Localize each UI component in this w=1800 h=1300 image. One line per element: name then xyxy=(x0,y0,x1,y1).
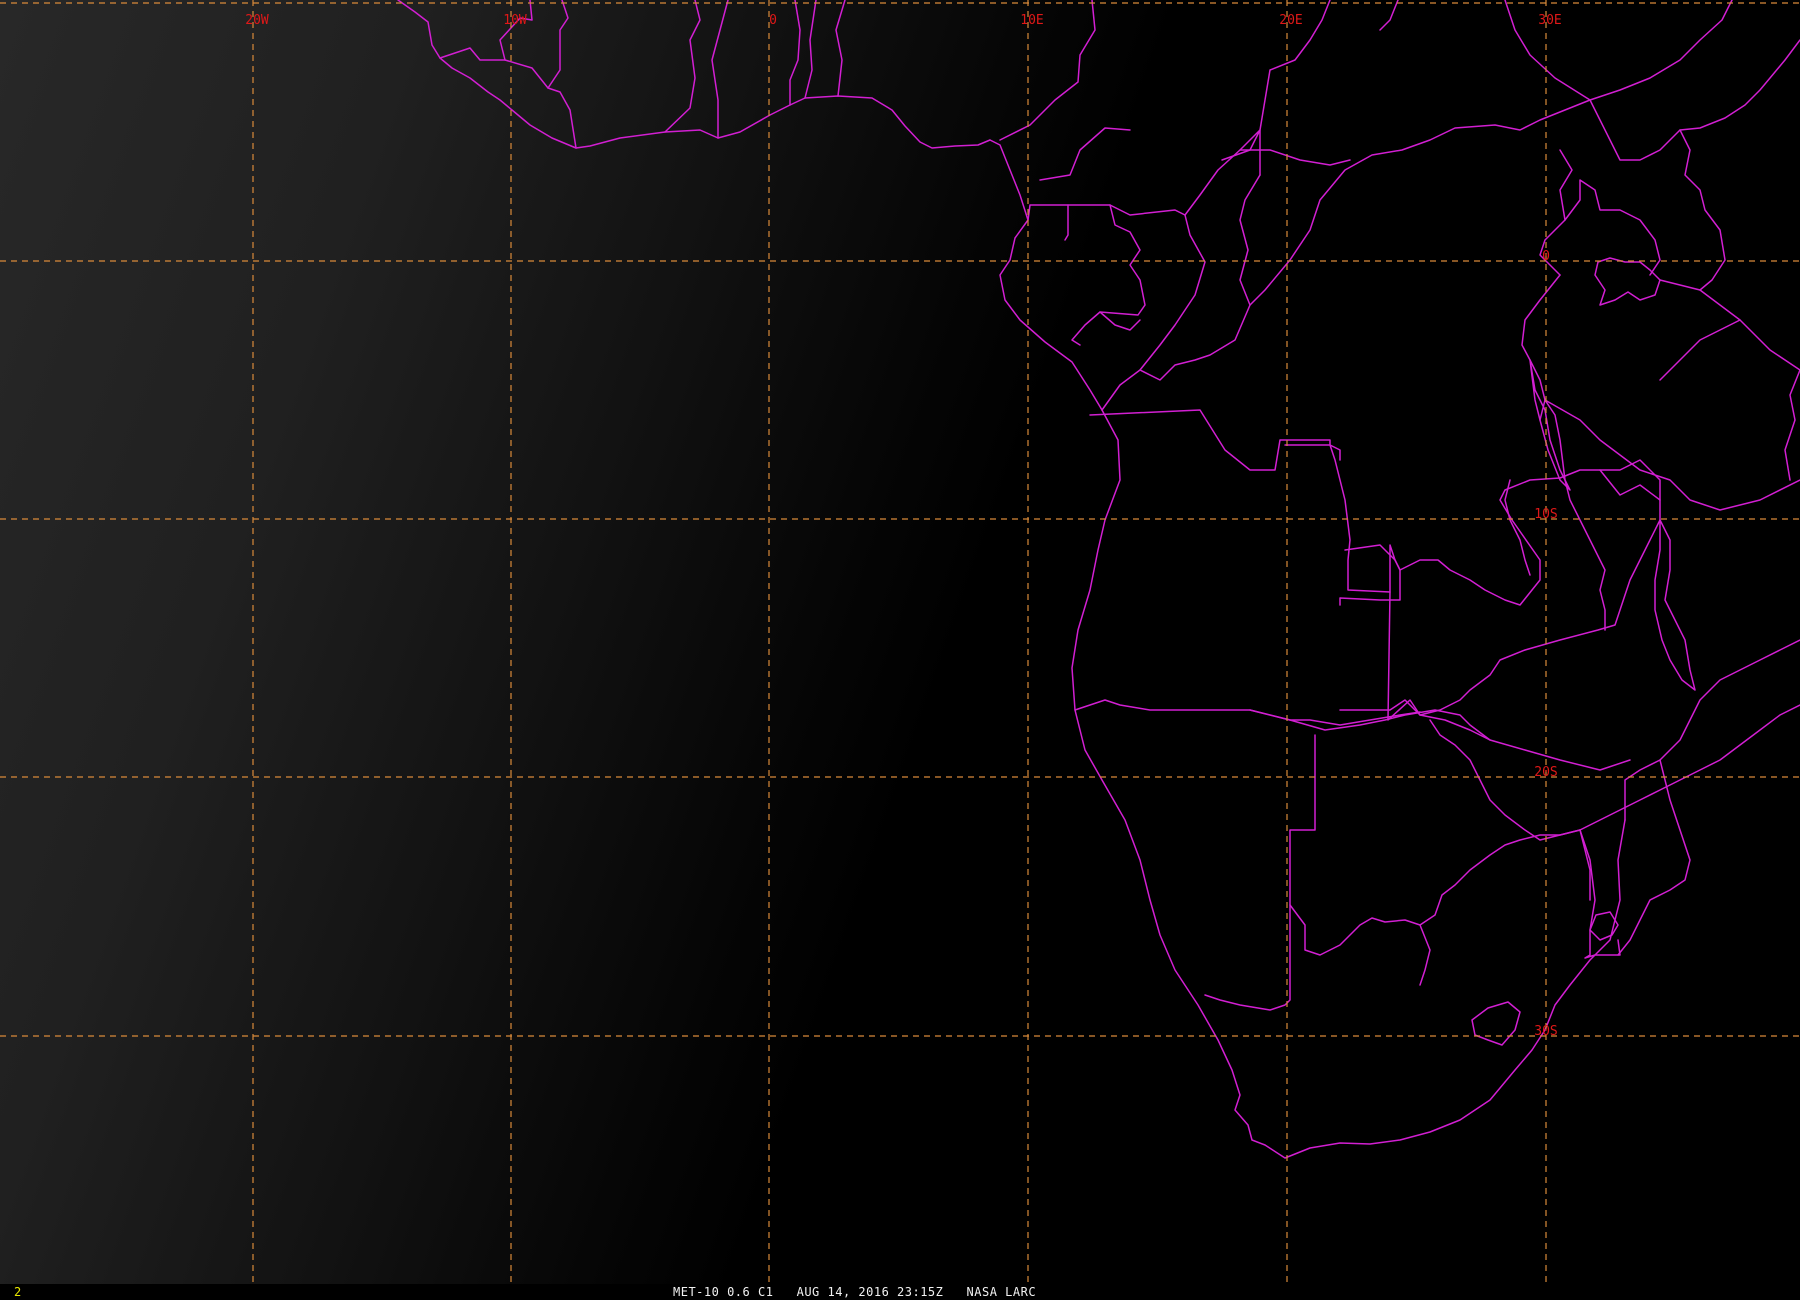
satellite-image-frame: 20W 10W 0 10E 20E 30E 0 10S 20S 30S 2 MET-10 0.6… xyxy=(0,0,1800,1300)
longitude-label: 20E xyxy=(1279,13,1302,28)
longitude-label: 20W xyxy=(245,13,269,28)
status-bar: 2 MET-10 0.6 C1 AUG 14, 2016 23:15Z NASA… xyxy=(0,1284,1800,1300)
latitude-label: 10S xyxy=(1534,507,1557,522)
longitude-label: 0 xyxy=(769,13,777,28)
latitude-label: 0 xyxy=(1542,249,1550,264)
longitude-label: 30E xyxy=(1538,13,1561,28)
satellite-map: 20W 10W 0 10E 20E 30E 0 10S 20S 30S xyxy=(0,0,1800,1284)
longitude-label: 10E xyxy=(1020,13,1043,28)
night-sky-background xyxy=(0,0,1800,1284)
image-caption: MET-10 0.6 C1 AUG 14, 2016 23:15Z NASA L… xyxy=(673,1285,1037,1299)
latitude-label: 30S xyxy=(1534,1024,1557,1039)
longitude-label: 10W xyxy=(503,13,527,28)
latitude-label: 20S xyxy=(1534,765,1557,780)
frame-number: 2 xyxy=(14,1285,22,1299)
